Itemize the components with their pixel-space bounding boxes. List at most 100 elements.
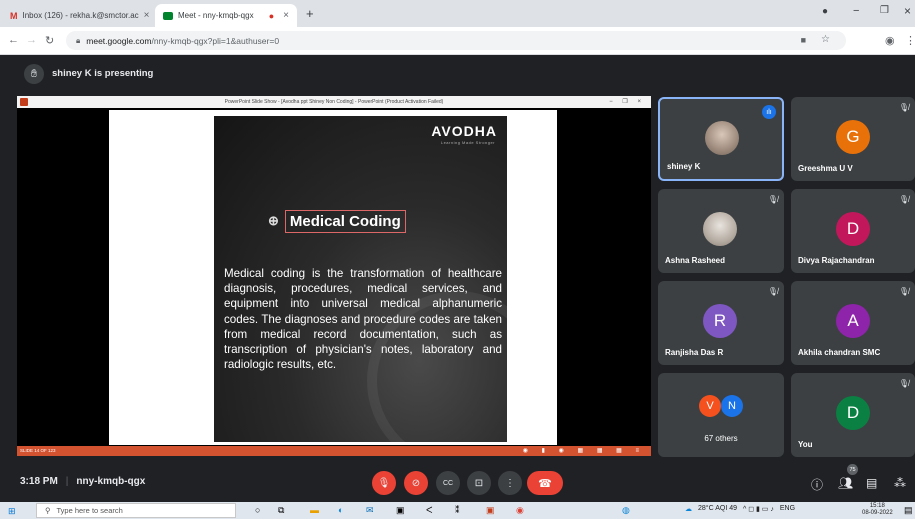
end-call-button[interactable]: ☎︎	[527, 471, 563, 495]
participant-name: You	[798, 440, 813, 449]
brand-tagline: Learning Made Stronger	[440, 140, 495, 145]
avatar	[705, 121, 739, 155]
participant-tile[interactable]: 🎙︎̸ A Akhila chandran SMC	[791, 281, 915, 365]
tab-label: Meet - nny-kmqb-qgx	[178, 11, 254, 20]
search-icon[interactable]: ○	[255, 505, 260, 515]
mic-off-icon: 🎙︎̸	[898, 379, 909, 388]
system-tray: ☁ 28°C AQI 49 ^ ◻ ▮ ▭ ♪ ENG	[685, 505, 795, 513]
magnifier-icon: ⊕	[268, 213, 279, 228]
slide-view-controls[interactable]: ◉ ▮ ◉ ▦ ▦ ▦ ≡	[523, 447, 645, 454]
weather-text[interactable]: 28°C AQI 49	[698, 505, 737, 513]
close-tab-icon[interactable]: ×	[144, 10, 150, 21]
others-count: 67 others	[704, 434, 738, 443]
info-icon[interactable]: ⓘ	[811, 476, 823, 493]
url-path: /nny-kmqb-qgx?pli=1&authuser=0	[151, 35, 280, 46]
file-explorer-icon[interactable]: ▬	[310, 505, 319, 515]
participant-tile[interactable]: ılı shiney K	[658, 97, 784, 181]
avatar: G	[836, 120, 870, 154]
avatar: A	[836, 304, 870, 338]
powerpoint-taskbar-icon[interactable]: ▣	[486, 505, 495, 516]
app-icon[interactable]: ᐸ	[426, 505, 433, 516]
slide-title: ⊕ Medical Coding	[268, 208, 406, 234]
slide-body: Medical coding is the transformation of …	[224, 267, 502, 372]
mic-off-button[interactable]: 🎙︎	[372, 471, 396, 495]
slide-title-text: Medical Coding	[284, 209, 406, 233]
maximize-icon[interactable]: ❐	[880, 5, 889, 16]
close-tab-icon[interactable]: ×	[283, 10, 289, 21]
back-icon[interactable]: ←	[8, 34, 19, 46]
reload-icon[interactable]: ↻	[45, 34, 54, 47]
tab-label: Inbox (126) - rekha.k@smctor.ac	[22, 11, 139, 20]
speaking-indicator-icon: ılı	[762, 105, 776, 119]
address-bar: ← → ↻ 🔒︎ meet.google.com/nny-kmqb-qgx?pl…	[0, 27, 915, 55]
participant-name: Akhila chandran SMC	[798, 348, 881, 357]
meeting-time: 3:18 PM	[20, 476, 58, 487]
participant-tile[interactable]: 🎙︎̸ D Divya Rajachandran	[791, 189, 915, 273]
menu-icon[interactable]: ⋮	[905, 34, 915, 47]
presentation-stage: PowerPoint Slide Show - [Avodha ppt Shin…	[17, 96, 651, 456]
mail-icon[interactable]: ✉	[366, 505, 374, 516]
chat-icon[interactable]: ▤	[866, 476, 877, 490]
captions-button[interactable]: CC	[436, 471, 460, 495]
search-placeholder: Type here to search	[56, 506, 123, 515]
participant-tile[interactable]: 🎙︎̸ G Greeshma U V	[791, 97, 915, 181]
people-icon[interactable]: 👥︎	[838, 476, 853, 490]
avatar: D	[836, 396, 870, 430]
participant-name: shiney K	[667, 162, 701, 171]
minimize-icon[interactable]: −	[853, 5, 859, 17]
participant-tile[interactable]: 🎙︎̸ R Ranjisha Das R	[658, 281, 784, 365]
browser-tab-bar: M Inbox (126) - rekha.k@smctor.ac × Meet…	[0, 0, 915, 27]
close-window-icon[interactable]: ×	[904, 4, 911, 18]
profile-dot-icon[interactable]: ●	[822, 6, 828, 17]
ppt-window-controls[interactable]: − ❐ ×	[609, 98, 645, 105]
meeting-controls-bar: 3:18 PM | nny-kmqb-qgx 🎙︎ ⊘ CC ⊡ ⋮ ☎︎ ⓘ …	[0, 460, 915, 502]
ppt-title-bar: PowerPoint Slide Show - [Avodha ppt Shin…	[17, 96, 651, 108]
language-indicator[interactable]: ENG	[780, 505, 795, 513]
task-view-icon[interactable]: ⧉	[278, 505, 284, 516]
activities-icon[interactable]: ⁂	[894, 476, 906, 490]
meet-icon	[163, 11, 173, 20]
forward-icon[interactable]: →	[26, 34, 37, 46]
meeting-code: nny-kmqb-qgx	[76, 476, 146, 487]
others-tile[interactable]: V N 67 others	[658, 373, 784, 457]
mic-off-icon: 🎙︎̸	[898, 103, 909, 112]
participant-name: Ashna Rasheed	[665, 256, 726, 265]
weather-icon: ☁	[685, 506, 692, 513]
url-host: meet.google.com	[86, 35, 152, 46]
taskbar-search[interactable]: ⚲ Type here to search	[36, 503, 236, 518]
clock-date: 08-09-2022	[862, 510, 893, 516]
chrome-icon[interactable]: ◉	[516, 505, 524, 516]
store-icon[interactable]: ▣	[396, 505, 405, 516]
participant-tile[interactable]: 🎙︎̸ Ashna Rasheed	[658, 189, 784, 273]
avatar: D	[836, 212, 870, 246]
taskbar-clock[interactable]: 15:18 08-09-2022	[862, 503, 893, 517]
edge-icon[interactable]: ◐	[338, 505, 343, 515]
present-button[interactable]: ⊡	[467, 471, 491, 495]
participant-name: Greeshma U V	[798, 164, 853, 173]
app-icon[interactable]: ◍	[622, 505, 630, 516]
present-hand-icon: ✋︎	[24, 64, 44, 84]
new-tab-button[interactable]: +	[306, 6, 314, 21]
clock-time: 15:18	[869, 503, 885, 509]
more-options-button[interactable]: ⋮	[498, 471, 522, 495]
teams-icon[interactable]: ⁑	[455, 505, 460, 516]
camera-in-use-icon[interactable]: ■	[801, 35, 806, 45]
camera-off-button[interactable]: ⊘	[404, 471, 428, 495]
url-field[interactable]: 🔒︎ meet.google.com/nny-kmqb-qgx?pli=1&au…	[66, 31, 846, 50]
bookmark-star-icon[interactable]: ☆	[821, 34, 830, 45]
mic-off-icon: 🎙︎̸	[767, 195, 778, 204]
tab-meet[interactable]: Meet - nny-kmqb-qgx ● ×	[155, 4, 297, 27]
windows-taskbar: ⊞ ⚲ Type here to search ○ ⧉ ▬ ◐ ✉ ▣ ᐸ ⁑ …	[0, 502, 915, 519]
ppt-window-title: PowerPoint Slide Show - [Avodha ppt Shin…	[224, 99, 444, 105]
brand-logo: AVODHA	[431, 123, 497, 139]
self-tile[interactable]: 🎙︎̸ D You	[791, 373, 915, 457]
participant-name: Divya Rajachandran	[798, 256, 875, 265]
windows-start-icon[interactable]: ⊞	[8, 506, 16, 517]
profile-icon[interactable]: ◉	[885, 34, 895, 47]
tab-gmail[interactable]: M Inbox (126) - rekha.k@smctor.ac ×	[2, 4, 152, 27]
tray-icons[interactable]: ^ ◻ ▮ ▭ ♪	[743, 505, 774, 513]
notification-icon[interactable]: ▤	[904, 505, 913, 516]
slide: AVODHA Learning Made Stronger ⊕ Medical …	[214, 116, 507, 442]
avatar: N	[721, 395, 743, 417]
mic-off-icon: 🎙︎̸	[898, 287, 909, 296]
